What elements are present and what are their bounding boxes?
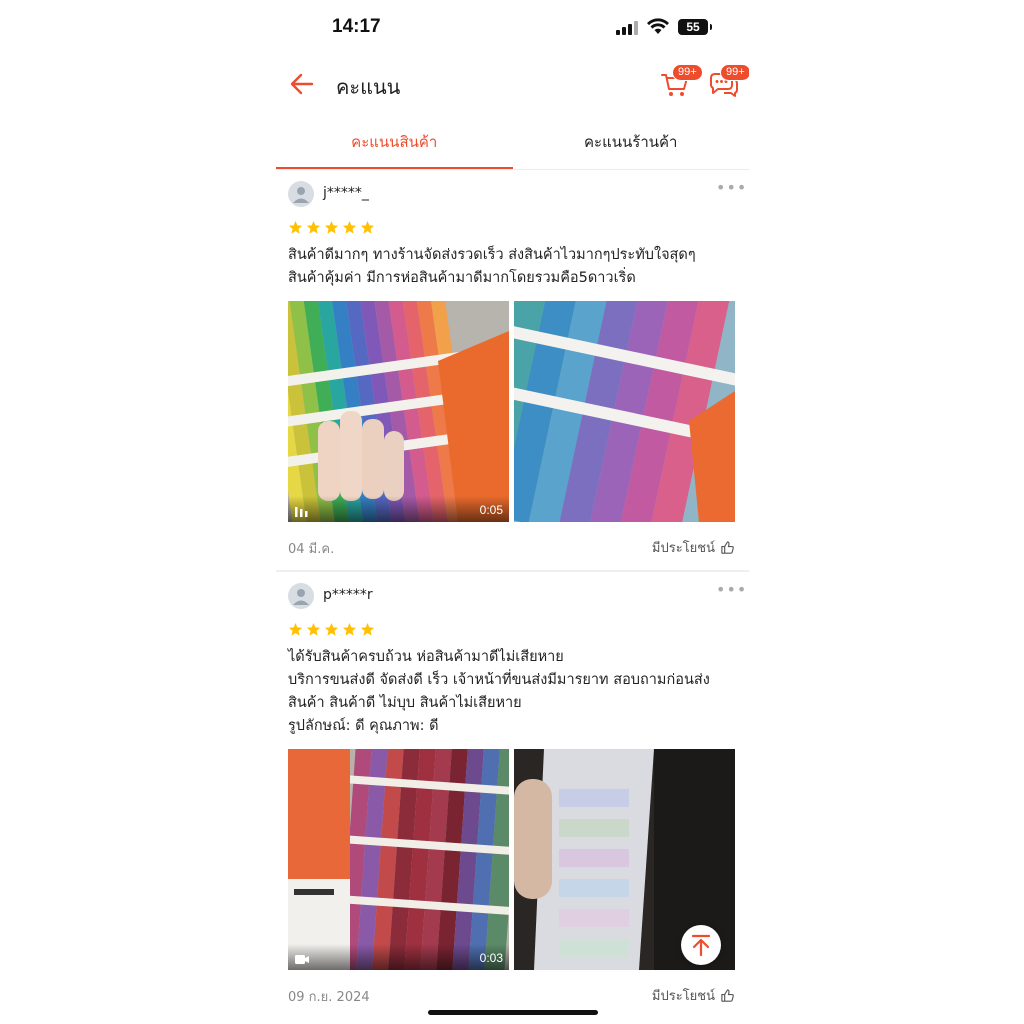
color-swatch-photo <box>514 301 735 522</box>
review-video-thumbnail[interactable]: 0:05 <box>288 301 509 522</box>
more-options-icon[interactable]: ••• <box>716 580 747 599</box>
star-icon <box>342 622 357 636</box>
review-date: 09 ก.ย. 2024 <box>288 990 370 1005</box>
scroll-to-top-button[interactable] <box>681 925 721 965</box>
star-icon <box>324 220 339 234</box>
avatar <box>288 181 314 207</box>
reviewer-name: p*****r <box>323 587 373 603</box>
page-title: คะแนน <box>336 75 401 99</box>
review-text-line: บริการขนส่งดี จัดส่งดี เร็ว เจ้าหน้าที่ข… <box>288 672 710 688</box>
user-icon <box>293 187 309 203</box>
star-icon <box>360 220 375 234</box>
review-text-line: ได้รับสินค้าครบถ้วน ห่อสินค้ามาดีไม่เสีย… <box>288 649 564 665</box>
wifi-icon <box>647 18 669 34</box>
battery-icon: 55 <box>678 19 712 35</box>
rating-tabs: คะแนนสินค้า คะแนนร้านค้า <box>276 120 749 170</box>
video-overlay <box>288 496 509 522</box>
home-indicator[interactable] <box>428 1010 598 1015</box>
review-text: ได้รับสินค้าครบถ้วน ห่อสินค้ามาดีไม่เสีย… <box>288 646 738 738</box>
chat-count-badge: 99+ <box>720 64 749 81</box>
user-icon <box>293 589 309 605</box>
star-icon <box>360 622 375 636</box>
review-card: p*****r ••• ได้รับสินค้าครบถ้วน ห่อสินค้… <box>276 572 749 1012</box>
cart-count-badge: 99+ <box>672 64 703 81</box>
review-text-line: รูปลักษณ์: ดี คุณภาพ: ดี <box>288 718 439 734</box>
status-time: 14:17 <box>332 16 381 37</box>
top-app-bar: คะแนน 99+ 99+ <box>276 56 749 112</box>
review-card: j*****_ ••• สินค้าดีมากๆ ทางร้านจัดส่งรว… <box>276 170 749 570</box>
star-rating <box>288 622 375 637</box>
thumbs-up-icon <box>721 989 734 1002</box>
video-duration: 0:05 <box>479 503 503 517</box>
reviewer-name: j*****_ <box>323 185 369 201</box>
helpful-button[interactable]: มีประโยชน์ <box>652 985 735 1006</box>
tab-product-ratings[interactable]: คะแนนสินค้า <box>276 120 513 169</box>
star-icon <box>324 622 339 636</box>
more-options-icon[interactable]: ••• <box>716 178 747 197</box>
helpful-label: มีประโยชน์ <box>651 541 715 556</box>
video-play-icon <box>295 507 308 517</box>
star-icon <box>306 622 321 636</box>
review-text-line: สินค้าคุ้มค่า มีการห่อสินค้ามาดีมากโดยรว… <box>288 270 636 286</box>
helpful-button[interactable]: มีประโยชน์ <box>652 537 735 558</box>
star-icon <box>306 220 321 234</box>
video-duration: 0:03 <box>479 951 503 965</box>
avatar <box>288 583 314 609</box>
review-video-thumbnail[interactable]: 0:03 <box>288 749 509 970</box>
star-icon <box>288 220 303 234</box>
video-overlay <box>288 944 509 970</box>
review-text-line: สินค้า สินค้าดี ไม่บุบ สินค้าไม่เสียหาย <box>288 695 522 711</box>
chat-button[interactable]: 99+ <box>706 64 749 100</box>
review-text: สินค้าดีมากๆ ทางร้านจัดส่งรวดเร็ว ส่งสิน… <box>288 244 738 290</box>
color-swatch-photo <box>288 749 509 970</box>
thumbs-up-icon <box>721 541 734 554</box>
helpful-label: มีประโยชน์ <box>651 989 715 1004</box>
star-icon <box>342 220 357 234</box>
star-icon <box>288 622 303 636</box>
cart-button[interactable]: 99+ <box>658 64 703 100</box>
video-camera-icon <box>295 955 309 964</box>
status-bar: 14:17 55 <box>276 0 749 56</box>
star-rating <box>288 220 375 235</box>
back-arrow-icon[interactable] <box>286 68 318 100</box>
cellular-signal-icon <box>616 21 638 35</box>
app-screen: 14:17 55 คะแนน 99+ 99+ คะแนนสินค้า คะแนน… <box>276 0 749 1024</box>
tab-shop-ratings[interactable]: คะแนนร้านค้า <box>513 120 750 169</box>
color-swatch-photo <box>288 301 509 522</box>
review-text-line: สินค้าดีมากๆ ทางร้านจัดส่งรวดเร็ว ส่งสิน… <box>288 247 696 263</box>
review-date: 04 มี.ค. <box>288 542 335 557</box>
arrow-up-icon <box>691 934 711 957</box>
review-photo-thumbnail[interactable] <box>514 301 735 522</box>
